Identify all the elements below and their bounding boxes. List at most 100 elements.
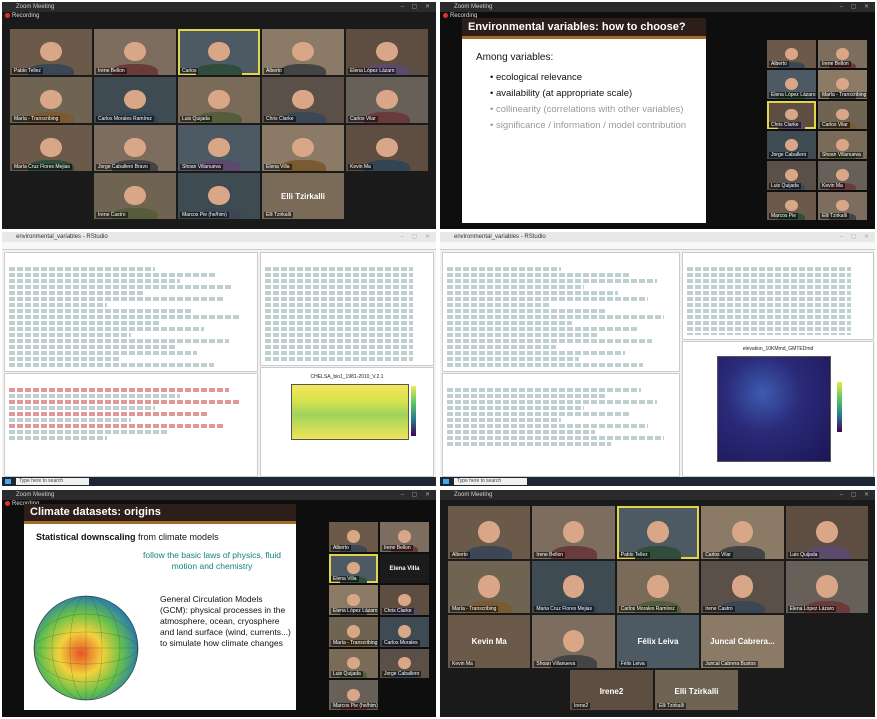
window-controls[interactable]: – ▢ ✕ [401,490,433,500]
participant-name: Juncal Cabrera Bustos [703,661,758,667]
participant-tile[interactable]: Irene2 Irene2 [570,670,653,710]
participant-tile[interactable]: Elena Villa [262,125,344,171]
participant-tile[interactable]: Marcos Pie [767,191,816,220]
participant-tile[interactable]: Carlos Morales [380,616,429,647]
participant-video [836,199,849,212]
menu-bar[interactable] [2,242,436,250]
participant-video [347,561,360,575]
participant-tile[interactable]: Elli Tzirkalli Elli Tzirkalli [655,670,738,710]
participant-tile[interactable]: Chris Clarke [767,100,816,129]
console[interactable] [442,373,680,477]
participant-name: Luis Quijada [331,671,363,678]
plots-pane[interactable]: CHELSA_bio1_1981-2010_V.2.1 [260,367,434,477]
participant-tile[interactable]: María - Transcribing [448,560,531,614]
participant-tile[interactable]: María Cruz Flores Mejias [10,125,92,171]
windows-start-icon[interactable] [5,479,11,484]
menu-bar[interactable] [440,242,875,250]
participant-tile[interactable]: Shoan Villanueva [178,125,260,171]
participant-tile[interactable]: María - Transcribing [329,616,378,647]
window-controls[interactable]: – ▢ ✕ [840,490,872,500]
slide: Climate datasets: origins Statistical do… [24,504,296,710]
participant-video [347,625,360,638]
participant-video [40,89,62,110]
window-controls[interactable]: – ▢ ✕ [840,2,872,12]
participant-tile[interactable]: Marcos Pie (he/him) [178,173,260,219]
participant-tile[interactable]: Alberto [262,29,344,75]
window-controls[interactable]: – ▢ ✕ [401,2,433,12]
participant-tile[interactable]: María - Transcribing [10,77,92,123]
participant-tile[interactable]: Kevin Ma [818,161,867,190]
participant-tile[interactable]: Alberto [767,40,816,69]
downscaling-bold: Statistical downscaling [36,532,136,542]
participant-name: Irene Bellon [820,61,851,68]
participant-tile[interactable]: Jorge Caballero [380,648,429,679]
window-controls[interactable]: – ▢ ✕ [840,232,872,242]
participant-tile[interactable]: Elena López Lázaro [785,560,868,614]
participant-tile[interactable]: Carlos Vilar [701,506,784,559]
environment-pane[interactable] [260,252,434,366]
slide-title: Climate datasets: origins [24,504,296,524]
participant-name: Shoan Villanueva [180,164,223,170]
participant-tile[interactable]: Elena López Lázaro [329,585,378,615]
participant-tile[interactable]: Shoan Villanueva [818,131,867,160]
participant-tile[interactable]: Félix Leiva Félix Leiva [616,615,700,668]
participant-tile[interactable]: Elena Villa [329,553,378,584]
participant-tile[interactable]: Pablo Tellez [616,506,700,559]
participant-tile[interactable]: Shoan Villanueva [532,615,615,668]
participant-video [398,593,411,607]
window-titlebar: environmental_variables - RStudio – ▢ ✕ [440,232,875,242]
participant-big-name-tile[interactable]: Elena Villa [380,553,429,584]
participant-tile[interactable]: Carlos Morales Ramírez [616,560,700,614]
taskbar-search[interactable]: Type here to search [454,478,527,485]
participant-tile[interactable]: Pablo Tellez [10,29,92,75]
panel-zoom-gallery-1: Zoom Meeting – ▢ ✕ Recording Pablo Tellez… [2,2,436,229]
participant-tile[interactable]: Kevin Ma [346,125,428,171]
participant-tile[interactable]: Alberto [329,522,378,552]
participant-tile[interactable]: Irene Bellon [94,29,176,75]
participant-tile[interactable]: Irene Bellon [532,506,615,559]
participant-tile[interactable]: Carlos Morales Ramírez [94,77,176,123]
participant-name: Chris Clarke [382,607,414,614]
participant-tile[interactable]: Kevin Ma Kevin Ma [448,615,531,668]
participant-tile[interactable]: Jorge Caballero Bravo [94,125,176,171]
participant-tile[interactable]: Elena López Lázaro [346,29,428,75]
participant-video [124,89,146,110]
participant-tile[interactable]: Jorge Caballero [767,131,816,160]
participant-big-name: Félix Leiva [637,637,679,647]
plots-pane[interactable]: elevation_10KMmd_GMTEDmd [682,341,874,477]
participant-tile[interactable]: Luis Quijada [329,648,378,679]
participant-tile[interactable]: Juncal Cabrera... Juncal Cabrera Bustos [701,615,784,668]
participant-name: Marcos Pie [769,213,799,219]
participant-tile[interactable]: Alberto [448,506,531,559]
participant-tile[interactable]: Luis Quijada [785,506,868,559]
participant-tile[interactable]: Irene Bellon [380,522,429,552]
window-controls[interactable]: – ▢ ✕ [401,232,433,242]
participant-tile[interactable]: Carlos Vilar [818,100,867,129]
taskbar-search[interactable]: Type here to search [16,478,89,485]
participant-tile[interactable]: Maria Cruz Flores Mejias [532,560,615,614]
source-editor[interactable] [4,252,258,372]
participant-tile[interactable]: Irene Castro [701,560,784,614]
participant-tile[interactable]: Luis Quijada [767,161,816,190]
participant-tile[interactable]: Chris Clarke [380,585,429,615]
participant-tile[interactable]: Carlos [178,29,260,75]
participant-tile[interactable]: Irene Castro [94,173,176,219]
participant-tile[interactable]: Luis Quijada [178,77,260,123]
participant-tile[interactable]: Irene Bellon [818,40,867,69]
participant-name: Alberto [264,68,284,74]
console[interactable] [4,373,258,477]
participant-tile[interactable]: Chris Clarke [262,77,344,123]
map-colorbar [837,382,842,432]
participant-grid: Pablo Tellez Irene Bellon Carlos Alberto Ele… [10,29,428,219]
participant-tile[interactable]: Marcos Pie (he/him) [329,680,378,710]
participant-tile[interactable]: María - Transcribing [818,70,867,99]
participant-tile[interactable]: Carlos Vilar [346,77,428,123]
environment-pane[interactable] [682,252,874,340]
windows-start-icon[interactable] [443,479,449,484]
participant-tile[interactable]: Elli Tzirkalli Elli Tzirkalli [262,173,344,219]
source-editor[interactable] [442,252,680,372]
participant-video [785,138,798,151]
participant-name: Elena López Lázaro [787,606,837,613]
participant-tile[interactable]: Elena López Lázaro [767,70,816,99]
participant-tile[interactable]: Elli Tzirkalli [818,191,867,220]
